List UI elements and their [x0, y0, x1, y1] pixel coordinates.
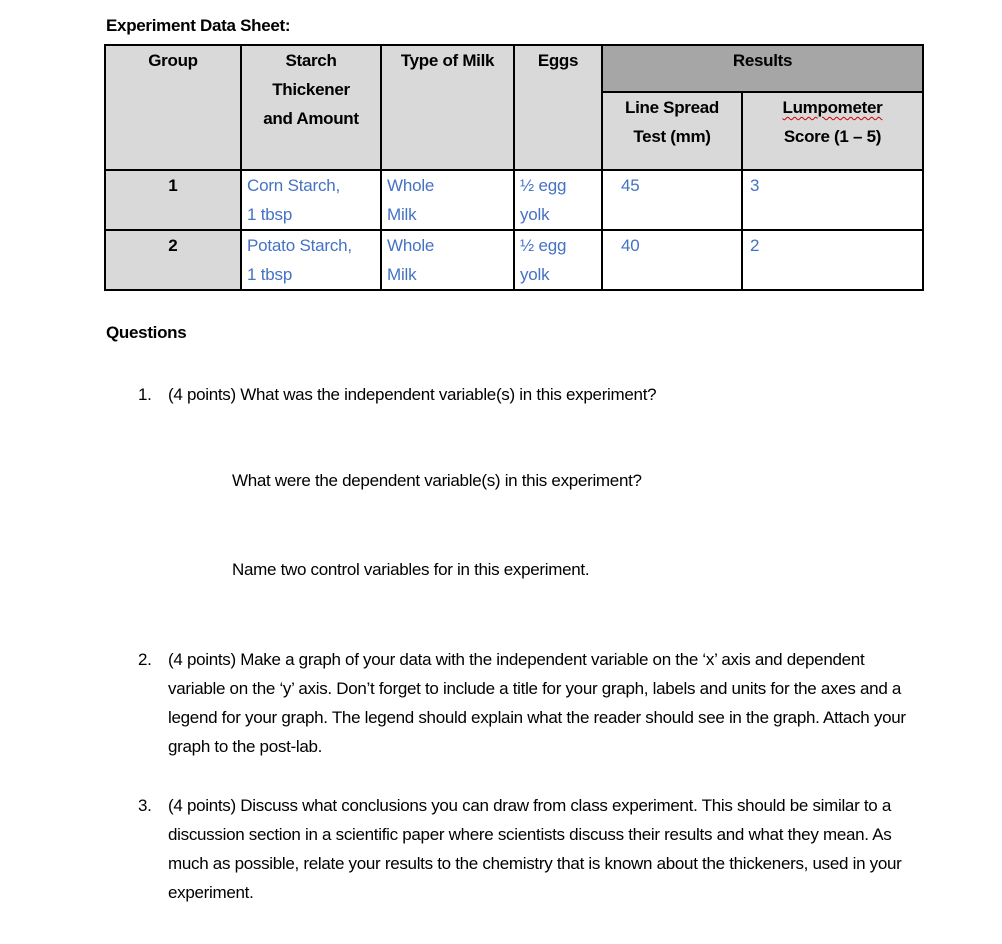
header-milk-label: Type of Milk — [400, 51, 495, 70]
header-group-label: Group — [148, 51, 198, 70]
questions-heading: Questions — [106, 323, 187, 342]
header-results-label: Results — [732, 51, 793, 70]
question-number: 3. — [138, 796, 152, 815]
table-row: 2 Potato Starch, 1 tbsp Whole Milk ½ egg… — [104, 229, 924, 291]
starch-line1: Corn Starch, — [247, 176, 341, 195]
milk-line1: Whole — [387, 236, 435, 255]
starch-line1: Potato Starch, — [247, 236, 352, 255]
header-results: Results — [601, 44, 924, 93]
question-text: (4 points) What was the independent vari… — [168, 385, 657, 404]
milk-cell: Whole Milk — [380, 229, 515, 291]
question-text: (4 points) Discuss what conclusions you … — [168, 796, 902, 902]
milk-line2: Milk — [387, 265, 417, 284]
table-row: 1 Corn Starch, 1 tbsp Whole Milk ½ egg y… — [104, 169, 924, 231]
header-lumpometer: Lumpometer Score (1 – 5) — [741, 91, 924, 171]
question-number: 2. — [138, 650, 152, 669]
header-line-spread: Line Spread Test (mm) — [601, 91, 743, 171]
eggs-line2: yolk — [520, 265, 550, 284]
question-number: 1. — [138, 385, 152, 404]
header-starch-line3: and Amount — [263, 109, 359, 128]
question-1: 1. (4 points) What was the independent v… — [138, 380, 938, 409]
group-cell: 1 — [104, 169, 242, 231]
question-3: 3. (4 points) Discuss what conclusions y… — [138, 791, 928, 907]
lumpometer-cell: 2 — [741, 229, 924, 291]
line-spread-cell: 45 — [601, 169, 743, 231]
header-starch-line1: Starch — [285, 51, 337, 70]
header-starch-line2: Thickener — [272, 80, 350, 99]
line-spread-cell: 40 — [601, 229, 743, 291]
eggs-line1: ½ egg — [520, 176, 567, 195]
eggs-cell: ½ egg yolk — [513, 169, 603, 231]
header-starch: Starch Thickener and Amount — [240, 44, 382, 171]
starch-cell: Corn Starch, 1 tbsp — [240, 169, 382, 231]
header-lumpometer-line1: Lumpometer — [782, 98, 883, 117]
question-2: 2. (4 points) Make a graph of your data … — [138, 645, 918, 761]
experiment-data-table: Group Starch Thickener and Amount Type o… — [104, 44, 924, 291]
header-line-spread-line2: Test (mm) — [633, 127, 711, 146]
starch-cell: Potato Starch, 1 tbsp — [240, 229, 382, 291]
lumpometer-cell: 3 — [741, 169, 924, 231]
header-group: Group — [104, 44, 242, 171]
question-1-dependent-variables: What were the dependent variable(s) in t… — [232, 471, 642, 490]
milk-cell: Whole Milk — [380, 169, 515, 231]
starch-line2: 1 tbsp — [247, 265, 293, 284]
question-1-control-variables: Name two control variables for in this e… — [232, 560, 590, 579]
header-lumpometer-line2: Score (1 – 5) — [783, 127, 882, 146]
group-cell: 2 — [104, 229, 242, 291]
sheet-title: Experiment Data Sheet: — [106, 16, 291, 35]
header-eggs-label: Eggs — [537, 51, 579, 70]
eggs-line1: ½ egg — [520, 236, 567, 255]
header-line-spread-line1: Line Spread — [624, 98, 719, 117]
milk-line2: Milk — [387, 205, 417, 224]
header-eggs: Eggs — [513, 44, 603, 171]
eggs-cell: ½ egg yolk — [513, 229, 603, 291]
question-text: (4 points) Make a graph of your data wit… — [168, 650, 906, 756]
milk-line1: Whole — [387, 176, 435, 195]
header-milk: Type of Milk — [380, 44, 515, 171]
starch-line2: 1 tbsp — [247, 205, 293, 224]
eggs-line2: yolk — [520, 205, 550, 224]
